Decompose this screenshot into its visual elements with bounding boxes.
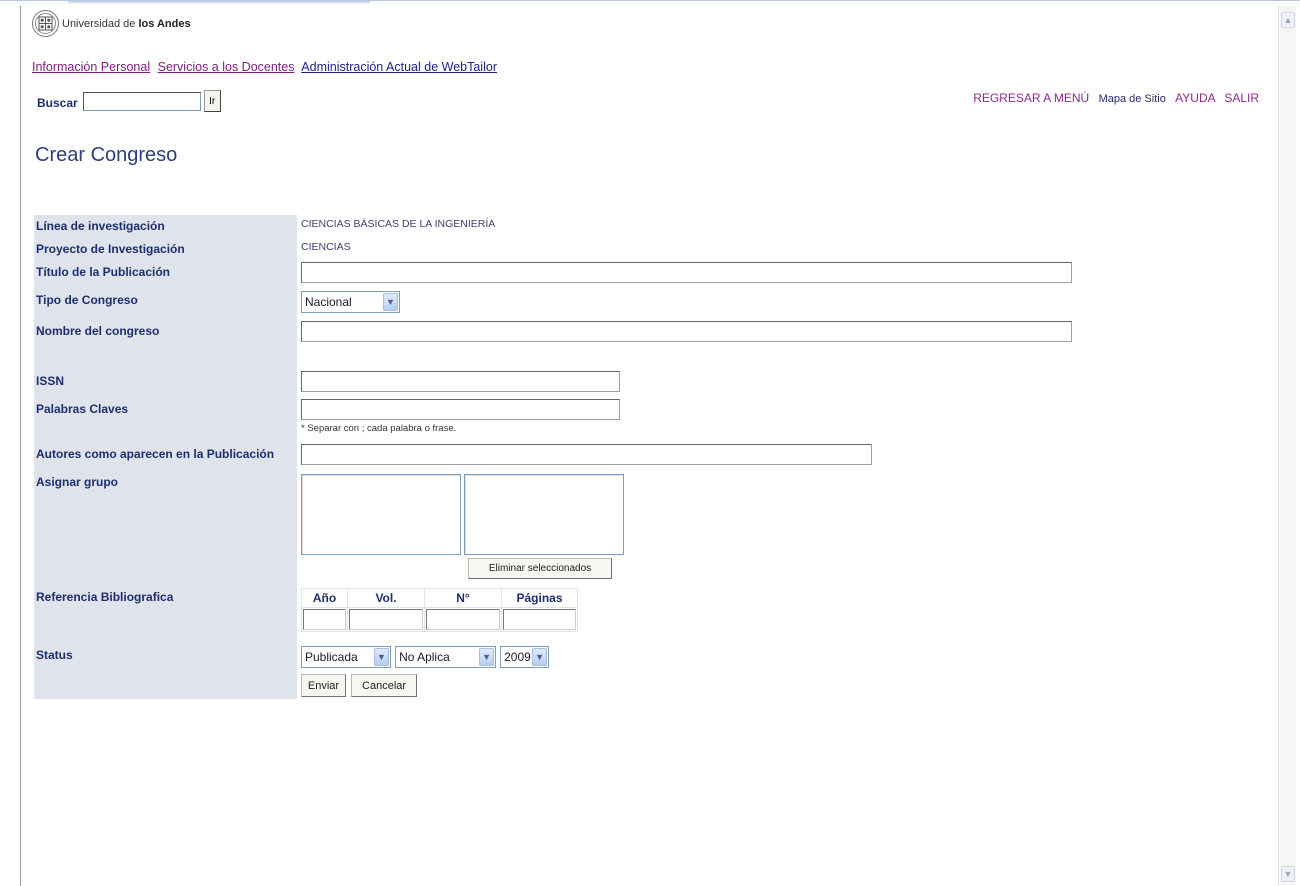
titulo-input[interactable] [301,262,1072,283]
university-logo[interactable]: Universidad de los Andes [32,10,191,37]
scroll-up-icon[interactable]: ▲ [1281,12,1295,28]
palabras-note: * Separar con ; cada palabra o frase. [301,423,457,434]
ref-num-input[interactable] [426,609,500,630]
autores-input[interactable] [301,444,872,465]
palabras-label: Palabras Claves [34,398,297,443]
status-aplica-value: No Aplica [399,650,450,664]
linea-value: CIENCIAS BÁSICAS DE LA INGENIERÍA [301,218,496,230]
university-name: Universidad de los Andes [62,18,191,30]
university-seal-icon [32,10,59,37]
top-navigation: Información Personal Servicios a los Doc… [32,60,501,74]
search-label: Buscar [37,96,78,110]
vertical-scrollbar[interactable]: ▲ ▼ [1278,6,1296,886]
buttons-row-spacer [34,672,297,699]
utility-navigation: REGRESAR A MENÚ Mapa de Sitio AYUDA SALI… [967,91,1259,105]
congress-form: Línea de investigación CIENCIAS BÁSICAS … [34,215,1072,699]
sitemap-link[interactable]: Mapa de Sitio [1099,93,1166,105]
active-tab-indicator [68,1,370,3]
scroll-down-icon[interactable]: ▼ [1281,866,1295,882]
search-input[interactable] [82,91,201,111]
ref-ano-input[interactable] [303,609,346,630]
proyecto-value: CIENCIAS [301,241,351,253]
nav-informacion-personal[interactable]: Información Personal [32,60,150,74]
status-aplica-select[interactable]: No Aplica ▼ [395,646,497,668]
tipo-congreso-select[interactable]: Nacional ▼ [301,291,400,313]
chevron-down-icon: ▼ [374,648,389,666]
ref-header-vol: Vol. [348,589,424,607]
ref-paginas-input[interactable] [503,609,576,630]
ref-header-paginas: Páginas [502,589,577,607]
cancelar-button[interactable]: Cancelar [351,674,418,697]
nav-servicios-docentes[interactable]: Servicios a los Docentes [158,60,295,74]
ref-vol-input[interactable] [349,609,423,630]
titulo-label: Título de la Publicación [34,261,297,289]
enviar-button[interactable]: Enviar [301,674,346,697]
status-publicacion-value: Publicada [305,650,358,664]
nav-administracion-webtailor[interactable]: Administración Actual de WebTailor [301,60,497,74]
status-publicacion-select[interactable]: Publicada ▼ [301,646,391,668]
autores-label: Autores como aparecen en la Publicación [34,443,297,471]
nombre-label: Nombre del congreso [34,320,297,370]
back-to-menu-link[interactable]: REGRESAR A MENÚ [973,91,1089,105]
exit-link[interactable]: SALIR [1224,91,1259,105]
status-label: Status [34,644,297,672]
nombre-congreso-input[interactable] [301,321,1072,342]
tipo-congreso-value: Nacional [305,295,352,309]
eliminar-seleccionados-button[interactable]: Eliminar seleccionados [468,558,612,579]
grupos-asignados-list[interactable] [464,474,624,555]
proyecto-label: Proyecto de Investigación [34,238,297,261]
linea-label: Línea de investigación [34,215,297,238]
ref-header-ano: Año [302,589,347,607]
referencia-label: Referencia Bibliografica [34,586,297,644]
grupos-disponibles-list[interactable] [301,474,461,555]
chevron-down-icon: ▼ [532,648,548,666]
status-year-select[interactable]: 2009 ▼ [500,646,550,668]
chevron-down-icon: ▼ [383,293,398,311]
help-link[interactable]: AYUDA [1175,91,1215,105]
search-go-button[interactable]: Ir [203,90,221,112]
issn-label: ISSN [34,370,297,398]
palabras-claves-input[interactable] [301,399,620,420]
search-bar: Buscar Ir [37,90,221,112]
university-name-bold: los Andes [138,17,191,30]
browser-top-edge [0,0,1300,5]
issn-input[interactable] [301,371,620,392]
university-name-prefix: Universidad de [62,17,136,30]
chevron-down-icon: ▼ [479,648,495,666]
page-title: Crear Congreso [35,144,178,166]
tipo-label: Tipo de Congreso [34,289,297,320]
ref-header-num: N° [425,589,501,607]
status-year-value: 2009 [504,650,531,664]
grupo-label: Asignar grupo [34,471,297,586]
referencia-table: Año Vol. N° Páginas [301,588,578,632]
